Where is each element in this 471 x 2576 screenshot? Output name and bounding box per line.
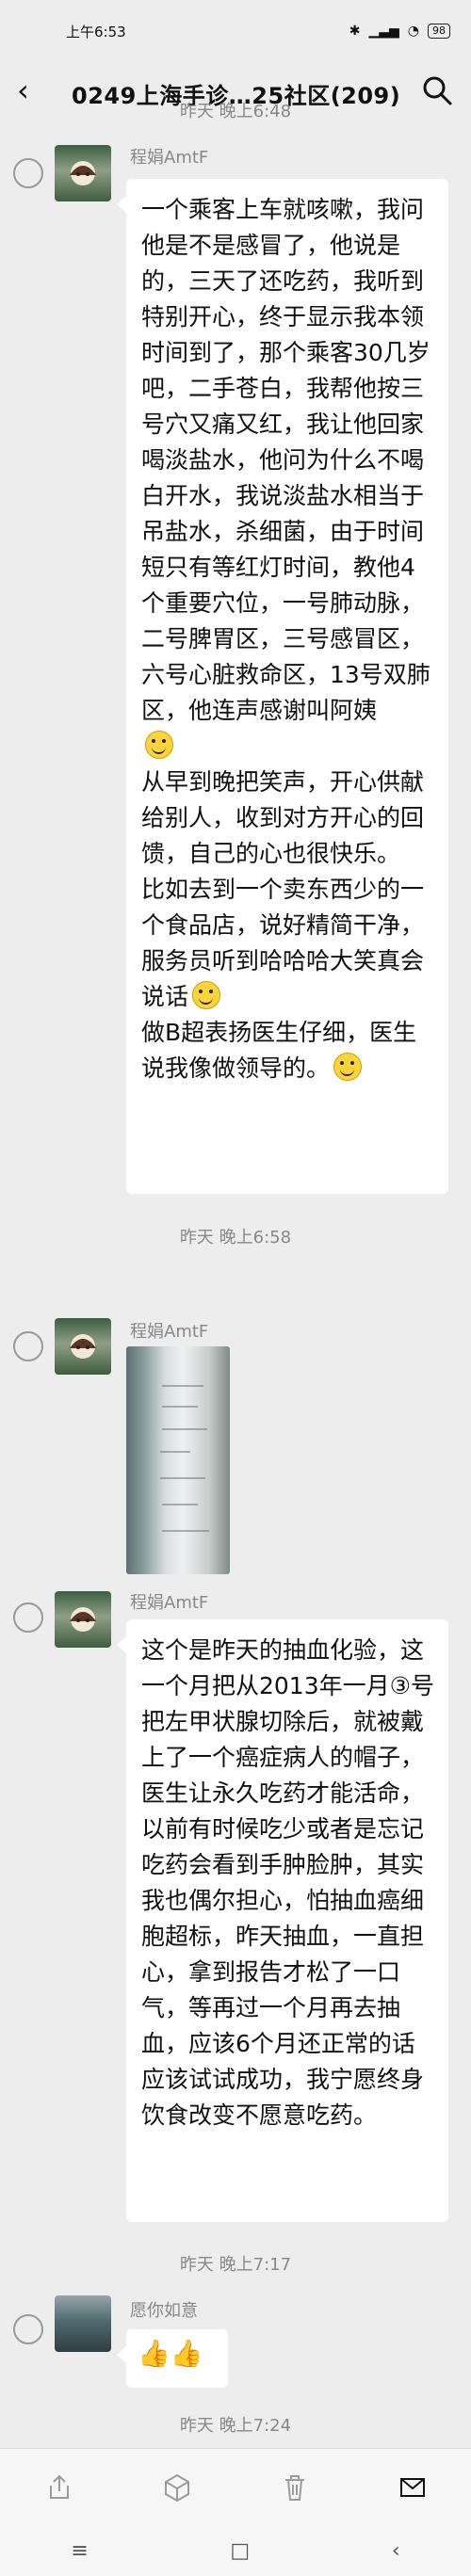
message-text: 从早到晚把笑声，开心供献给别人，收到对方开心的回馈，自己的心也很快乐。 xyxy=(141,768,425,867)
status-icons: ✱ ▁▃▅ ◔ 98 xyxy=(349,24,450,39)
message-bubble[interactable]: 这个是昨天的抽血化验，这一个月把从2013年一月③号把左甲状腺切除后，就被戴上了… xyxy=(117,1619,448,2222)
avatar-image xyxy=(70,161,96,185)
timestamp: 昨天 晚上6:58 xyxy=(179,1228,292,1248)
report-photo[interactable] xyxy=(126,1346,230,1574)
select-radio[interactable] xyxy=(13,158,43,188)
message-bubble[interactable]: 👍👍 xyxy=(117,2329,228,2388)
home-button[interactable]: □ xyxy=(230,2539,250,2563)
delete-icon[interactable] xyxy=(279,2471,311,2504)
wifi-icon: ◔ xyxy=(407,24,419,39)
smile-emoji-icon xyxy=(145,731,173,759)
favorite-icon[interactable] xyxy=(161,2471,193,2504)
mail-icon[interactable] xyxy=(397,2471,429,2504)
sender-name: 愿你如意 xyxy=(130,2301,198,2321)
message-text: 这个是昨天的抽血化验，这一个月把从2013年一月③号把左甲状腺切除后，就被戴上了… xyxy=(141,1636,435,2129)
system-navigation: ≡ □ ‹ xyxy=(0,2525,471,2576)
signal-icon: ▁▃▅ xyxy=(368,24,399,39)
avatar[interactable] xyxy=(55,2295,111,2352)
select-radio[interactable] xyxy=(13,1331,43,1361)
report-photo-lines xyxy=(160,1385,209,1532)
avatar-image xyxy=(70,1334,96,1359)
bluetooth-icon: ✱ xyxy=(349,24,361,39)
select-radio[interactable] xyxy=(13,1602,43,1633)
smile-emoji-icon xyxy=(192,981,221,1009)
message-text: 做B超表扬医生仔细，医生说我像做领导的。 xyxy=(141,1019,417,1082)
avatar-image xyxy=(70,1607,96,1632)
menu-button[interactable]: ≡ xyxy=(71,2539,88,2563)
timestamp: 昨天 晚上7:24 xyxy=(179,2416,292,2436)
bottom-toolbar xyxy=(0,2448,471,2526)
avatar[interactable] xyxy=(55,1591,111,1648)
battery-icon: 98 xyxy=(428,24,450,39)
message-text: 比如去到一个卖东西少的一个食品店，说好精简干净，服务员听到哈哈哈大笑真会说话 xyxy=(141,876,425,1010)
sender-name: 程娟AmtF xyxy=(130,1593,209,1613)
select-radio[interactable] xyxy=(13,2314,43,2344)
timestamp-top: 昨天 晚上6:48 xyxy=(179,102,292,121)
back-system-button[interactable]: ‹ xyxy=(392,2539,400,2563)
message-text: 一个乘客上车就咳嗽，我问他是不是感冒了，他说是的，三天了还吃药，我听到特别开心，… xyxy=(141,196,430,724)
avatar[interactable] xyxy=(55,1318,111,1375)
smile-emoji-icon xyxy=(333,1053,363,1081)
status-bar: 上午6:53 ✱ ▁▃▅ ◔ 98 xyxy=(0,0,471,62)
thumbs-up-emoji: 👍👍 xyxy=(138,2338,203,2369)
message-bubble[interactable]: 一个乘客上车就咳嗽，我问他是不是感冒了，他说是的，三天了还吃药，我听到特别开心，… xyxy=(117,179,448,1194)
share-icon[interactable] xyxy=(43,2471,75,2504)
avatar[interactable] xyxy=(55,145,111,201)
sender-name: 程娟AmtF xyxy=(130,148,209,168)
sender-name: 程娟AmtF xyxy=(130,1322,209,1342)
status-time: 上午6:53 xyxy=(66,23,126,40)
timestamp: 昨天 晚上7:17 xyxy=(179,2255,292,2275)
